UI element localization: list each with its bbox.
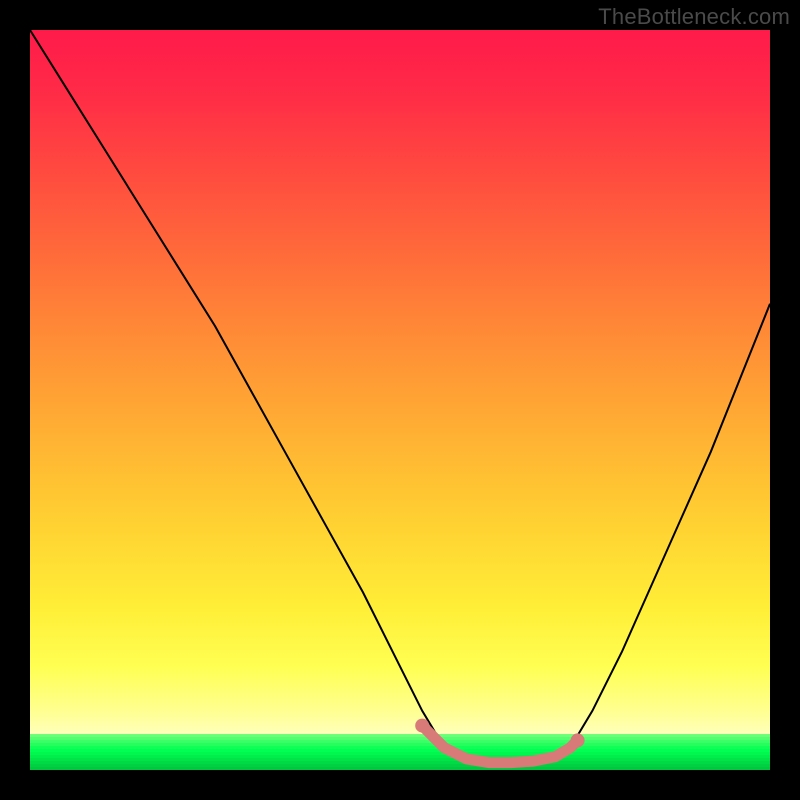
watermark-text: TheBottleneck.com	[598, 4, 790, 30]
highlight-end-dot	[571, 733, 585, 747]
highlight-start-dot	[415, 719, 429, 733]
chart-frame: TheBottleneck.com	[0, 0, 800, 800]
bottleneck-curve	[30, 30, 770, 765]
valley-highlight	[422, 726, 577, 763]
plot-area	[30, 30, 770, 770]
curve-layer	[30, 30, 770, 770]
